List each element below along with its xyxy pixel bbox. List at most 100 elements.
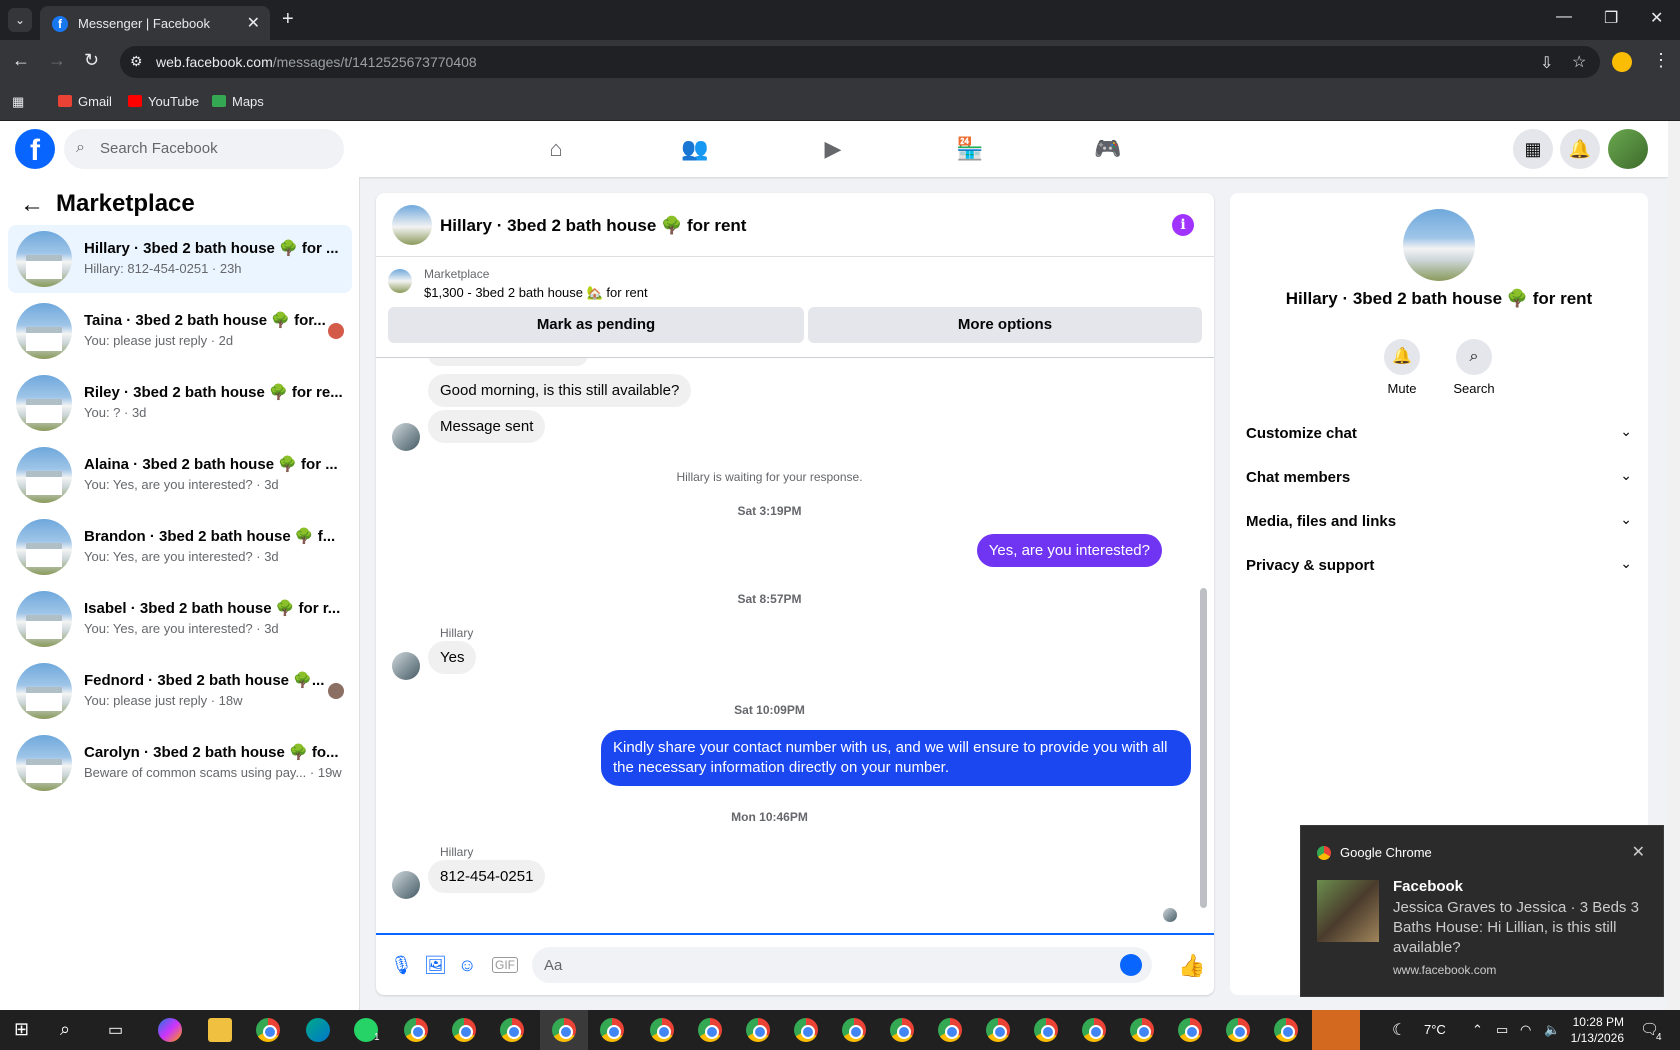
conversation-item[interactable]: Taina · 3bed 2 bath house 🌳 for... You: …	[8, 297, 352, 365]
weather-icon[interactable]: ☾	[1392, 1020, 1406, 1040]
profile-avatar[interactable]	[1608, 129, 1648, 169]
close-notification-icon[interactable]: ✕	[1632, 842, 1645, 862]
browser-tab[interactable]: f Messenger | Facebook ✕	[40, 6, 270, 40]
file-explorer-icon[interactable]	[208, 1018, 232, 1042]
conversation-item[interactable]: Isabel · 3bed 2 bath house 🌳 for r... Yo…	[8, 585, 352, 653]
listing-price[interactable]: $1,300 - 3bed 2 bath house 🏡 for rent	[424, 285, 648, 301]
temperature[interactable]: 7°C	[1424, 1022, 1446, 1037]
tab-search-button[interactable]: ⌄	[8, 8, 32, 32]
home-icon[interactable]: ⌂	[540, 133, 572, 165]
close-tab-icon[interactable]: ✕	[247, 13, 260, 33]
chrome-icon[interactable]	[938, 1018, 962, 1042]
chrome-icon[interactable]	[650, 1018, 674, 1042]
back-icon[interactable]: ←	[12, 50, 30, 71]
facebook-logo[interactable]: f	[15, 129, 55, 169]
more-options-button[interactable]: More options	[808, 307, 1202, 343]
mute-button[interactable]: 🔔 Mute	[1372, 339, 1432, 396]
sender-avatar[interactable]	[392, 423, 420, 451]
conversation-item[interactable]: Carolyn · 3bed 2 bath house 🌳 fo... Bewa…	[8, 729, 352, 797]
chrome-icon[interactable]	[1274, 1018, 1298, 1042]
friends-icon[interactable]: 👥	[679, 133, 711, 165]
conversation-item[interactable]: Fednord · 3bed 2 bath house 🌳... You: pl…	[8, 657, 352, 725]
task-view-icon[interactable]: ▭	[108, 1020, 123, 1040]
chat-title[interactable]: Hillary · 3bed 2 bath house 🌳 for rent	[440, 216, 746, 236]
thumbs-up-icon[interactable]: 👍	[1178, 953, 1205, 979]
bookmark-youtube[interactable]: YouTube	[128, 94, 199, 109]
microphone-icon[interactable]: 🎙	[390, 955, 413, 976]
thread-scroll-thumb[interactable]	[1200, 588, 1207, 908]
photo-icon[interactable]: 🖼	[424, 955, 447, 976]
conversation-item[interactable]: Riley · 3bed 2 bath house 🌳 for re... Yo…	[8, 369, 352, 437]
chrome-icon[interactable]	[986, 1018, 1010, 1042]
chrome-icon[interactable]	[600, 1018, 624, 1042]
chrome-icon[interactable]	[1226, 1018, 1250, 1042]
new-tab-button[interactable]: +	[282, 8, 294, 31]
chrome-icon[interactable]	[500, 1018, 524, 1042]
wifi-icon[interactable]: ◠	[1520, 1022, 1531, 1038]
info-icon[interactable]: i	[1172, 214, 1194, 236]
chrome-icon[interactable]	[1034, 1018, 1058, 1042]
system-clock[interactable]: 10:28 PM 1/13/2026	[1566, 1014, 1624, 1046]
notifications-button[interactable]: 🔔	[1560, 129, 1600, 169]
page-scrollbar[interactable]	[1668, 121, 1680, 1010]
chrome-icon[interactable]	[452, 1018, 476, 1042]
gaming-icon[interactable]: 🎮	[1092, 133, 1124, 165]
chrome-icon[interactable]	[1130, 1018, 1154, 1042]
section-chat-members[interactable]: Chat members ⌄	[1246, 457, 1632, 501]
sender-avatar[interactable]	[392, 652, 420, 680]
install-app-icon[interactable]: ⇩	[1540, 53, 1553, 73]
chat-avatar[interactable]	[392, 205, 432, 245]
emoji-icon[interactable]	[1120, 954, 1142, 976]
marketplace-icon[interactable]: 🏪	[954, 133, 986, 165]
mark-as-pending-button[interactable]: Mark as pending	[388, 307, 804, 343]
browser-menu-icon[interactable]: ⋮	[1652, 50, 1670, 71]
bookmark-maps[interactable]: Maps	[212, 94, 264, 109]
browser-profile-icon[interactable]	[1612, 52, 1632, 72]
chevron-up-icon[interactable]: ⌃	[1472, 1022, 1483, 1038]
sender-avatar[interactable]	[392, 871, 420, 899]
apps-grid-icon[interactable]: ▦	[12, 94, 24, 110]
network-icon[interactable]: ▭	[1496, 1022, 1508, 1038]
menu-grid-button[interactable]: ▦	[1513, 129, 1553, 169]
chrome-icon[interactable]	[552, 1018, 576, 1042]
listing-thumbnail[interactable]	[388, 269, 412, 293]
sticker-icon[interactable]: ☺	[458, 955, 476, 976]
chrome-icon[interactable]	[1178, 1018, 1202, 1042]
chrome-icon[interactable]	[256, 1018, 280, 1042]
minimize-icon[interactable]: —	[1556, 8, 1572, 26]
weather-widget[interactable]	[1312, 1010, 1360, 1050]
facebook-search-input[interactable]: ⌕ Search Facebook	[64, 129, 344, 169]
chrome-notification[interactable]: Google Chrome ✕ Facebook Jessica Graves …	[1300, 825, 1664, 997]
forward-icon[interactable]: →	[48, 50, 66, 71]
chrome-icon[interactable]	[890, 1018, 914, 1042]
conversation-item[interactable]: Hillary · 3bed 2 bath house 🌳 for ... Hi…	[8, 225, 352, 293]
copilot-icon[interactable]	[158, 1018, 182, 1042]
edge-icon[interactable]	[306, 1018, 330, 1042]
address-bar[interactable]: ⚙ web.facebook.com/messages/t/1412525673…	[120, 46, 1600, 78]
search-icon[interactable]: ⌕	[60, 1019, 70, 1040]
conversation-item[interactable]: Brandon · 3bed 2 bath house 🌳 f... You: …	[8, 513, 352, 581]
chrome-icon[interactable]	[842, 1018, 866, 1042]
search-conversation-button[interactable]: ⌕ Search	[1444, 339, 1504, 396]
conversation-avatar[interactable]	[1403, 209, 1475, 281]
conversation-item[interactable]: Alaina · 3bed 2 bath house 🌳 for ... You…	[8, 441, 352, 509]
volume-icon[interactable]: 🔈	[1544, 1022, 1560, 1038]
reload-icon[interactable]: ↻	[84, 50, 99, 71]
gif-icon[interactable]: GIF	[492, 957, 518, 973]
section-media-files-links[interactable]: Media, files and links ⌄	[1246, 501, 1632, 545]
chrome-icon[interactable]	[794, 1018, 818, 1042]
bookmark-star-icon[interactable]: ☆	[1572, 52, 1586, 72]
windows-start-icon[interactable]: ⊞	[14, 1019, 29, 1040]
chrome-icon[interactable]	[1082, 1018, 1106, 1042]
chrome-icon[interactable]	[746, 1018, 770, 1042]
restore-icon[interactable]: ❐	[1604, 8, 1618, 28]
site-info-icon[interactable]: ⚙	[130, 53, 143, 70]
chrome-icon[interactable]	[404, 1018, 428, 1042]
section-privacy-support[interactable]: Privacy & support ⌄	[1246, 545, 1632, 589]
section-customize-chat[interactable]: Customize chat ⌄	[1246, 413, 1632, 457]
bookmark-gmail[interactable]: Gmail	[58, 94, 112, 109]
message-input[interactable]: Aa	[532, 947, 1152, 983]
back-arrow-icon[interactable]: ←	[20, 191, 44, 219]
close-window-icon[interactable]: ✕	[1650, 8, 1663, 28]
video-icon[interactable]: ▶	[817, 133, 849, 165]
